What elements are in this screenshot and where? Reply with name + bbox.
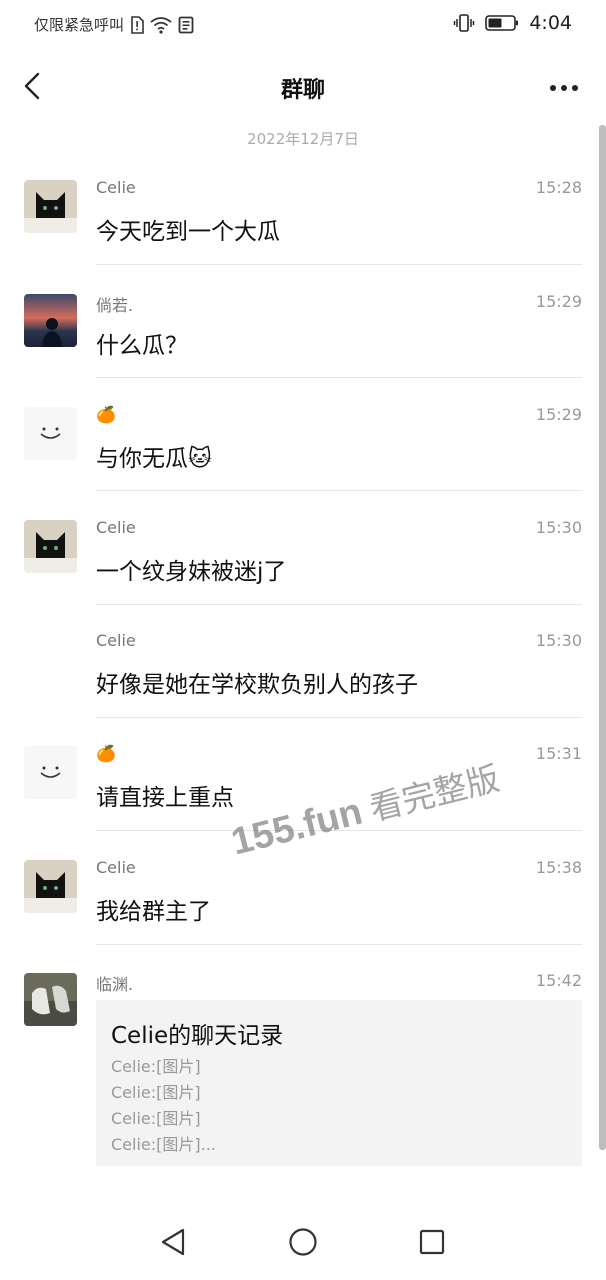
divider bbox=[96, 604, 582, 605]
status-bar: 仅限紧急呼叫 4:04 bbox=[0, 0, 606, 52]
system-nav-bar bbox=[0, 1208, 606, 1280]
nav-home-button[interactable] bbox=[283, 1222, 323, 1262]
chat-record-card[interactable]: Celie的聊天记录 Celie:[图片] Celie:[图片] Celie:[… bbox=[96, 1000, 582, 1166]
message-time: 15:28 bbox=[535, 178, 582, 197]
chat-record-line: Celie:[图片] bbox=[111, 1057, 201, 1076]
carrier-text: 仅限紧急呼叫 bbox=[34, 16, 125, 34]
triangle-back-icon bbox=[161, 1228, 185, 1256]
chat-record-line: Celie:[图片] bbox=[111, 1109, 201, 1128]
divider bbox=[96, 490, 582, 491]
message-item[interactable]: 🍊 15:29 与你无瓜🐱 bbox=[0, 405, 582, 497]
circle-home-icon bbox=[289, 1228, 317, 1256]
sunset-person-avatar-icon bbox=[24, 294, 77, 347]
message-time: 15:30 bbox=[535, 631, 582, 650]
message-time: 15:29 bbox=[535, 292, 582, 311]
message-item[interactable]: Celie 15:30 好像是她在学校欺负别人的孩子 bbox=[0, 631, 582, 723]
divider bbox=[96, 717, 582, 718]
divider bbox=[96, 944, 582, 945]
message-time: 15:38 bbox=[535, 858, 582, 877]
message-item[interactable]: 倘若. 15:29 什么瓜？ bbox=[0, 292, 582, 384]
status-left: 仅限紧急呼叫 bbox=[34, 14, 194, 35]
black-cat-avatar-icon bbox=[24, 860, 77, 913]
message-item[interactable]: Celie 15:30 一个纹身妹被迷j了 bbox=[0, 518, 582, 610]
scrollbar[interactable] bbox=[599, 125, 606, 1150]
sender-name: Celie bbox=[96, 178, 136, 197]
sender-name: 🍊 bbox=[96, 405, 116, 424]
message-item[interactable]: Celie 15:28 今天吃到一个大瓜 bbox=[0, 178, 582, 270]
sneakers-photo-avatar-icon bbox=[24, 973, 77, 1026]
nav-recents-button[interactable] bbox=[412, 1222, 452, 1262]
avatar[interactable] bbox=[24, 180, 77, 233]
sender-name: Celie bbox=[96, 518, 136, 537]
message-text: 与你无瓜🐱 bbox=[96, 446, 212, 472]
message-time: 15:31 bbox=[535, 744, 582, 763]
avatar[interactable] bbox=[24, 973, 77, 1026]
divider bbox=[96, 377, 582, 378]
avatar[interactable] bbox=[24, 407, 77, 460]
message-text: 请直接上重点 bbox=[96, 785, 234, 811]
message-time: 15:42 bbox=[535, 971, 582, 990]
notes-icon bbox=[178, 16, 194, 34]
chat-record-title: Celie的聊天记录 bbox=[111, 1023, 284, 1049]
message-text: 好像是她在学校欺负别人的孩子 bbox=[96, 672, 418, 698]
chat-record-line: Celie:[图片] bbox=[111, 1083, 201, 1102]
message-time: 15:30 bbox=[535, 518, 582, 537]
page-title: 群聊 bbox=[280, 78, 325, 103]
nav-back-button[interactable] bbox=[153, 1222, 193, 1262]
message-text: 今天吃到一个大瓜 bbox=[96, 219, 280, 245]
black-cat-avatar-icon bbox=[24, 180, 77, 233]
message-text: 一个纹身妹被迷j了 bbox=[96, 559, 287, 585]
status-time: 4:04 bbox=[529, 12, 572, 34]
battery-icon bbox=[485, 14, 519, 32]
avatar[interactable] bbox=[24, 860, 77, 913]
message-text: 什么瓜？ bbox=[96, 333, 188, 359]
more-button[interactable] bbox=[544, 70, 584, 106]
sender-name: 倘若. bbox=[96, 296, 134, 315]
sender-name: Celie bbox=[96, 631, 136, 650]
avatar[interactable] bbox=[24, 294, 77, 347]
date-divider: 2022年12月7日 bbox=[247, 130, 359, 148]
chat-record-line: Celie:[图片]... bbox=[111, 1135, 216, 1154]
vibrate-icon bbox=[453, 13, 475, 33]
black-cat-avatar-icon bbox=[24, 520, 77, 573]
sender-name: 临渊. bbox=[96, 975, 134, 994]
avatar[interactable] bbox=[24, 520, 77, 573]
square-recents-icon bbox=[419, 1229, 445, 1255]
smiley-face-avatar-icon bbox=[24, 746, 77, 799]
message-item[interactable]: Celie 15:38 我给群主了 bbox=[0, 858, 582, 950]
avatar[interactable] bbox=[24, 746, 77, 799]
sender-name: 🍊 bbox=[96, 744, 116, 763]
status-right: 4:04 bbox=[453, 12, 572, 34]
wifi-icon bbox=[150, 16, 172, 34]
smiley-face-avatar-icon bbox=[24, 407, 77, 460]
chat-header: 群聊 bbox=[0, 56, 606, 120]
message-time: 15:29 bbox=[535, 405, 582, 424]
sim-alert-icon bbox=[130, 15, 144, 34]
divider bbox=[96, 264, 582, 265]
sender-name: Celie bbox=[96, 858, 136, 877]
more-horizontal-icon bbox=[550, 85, 578, 91]
message-text: 我给群主了 bbox=[96, 899, 211, 925]
